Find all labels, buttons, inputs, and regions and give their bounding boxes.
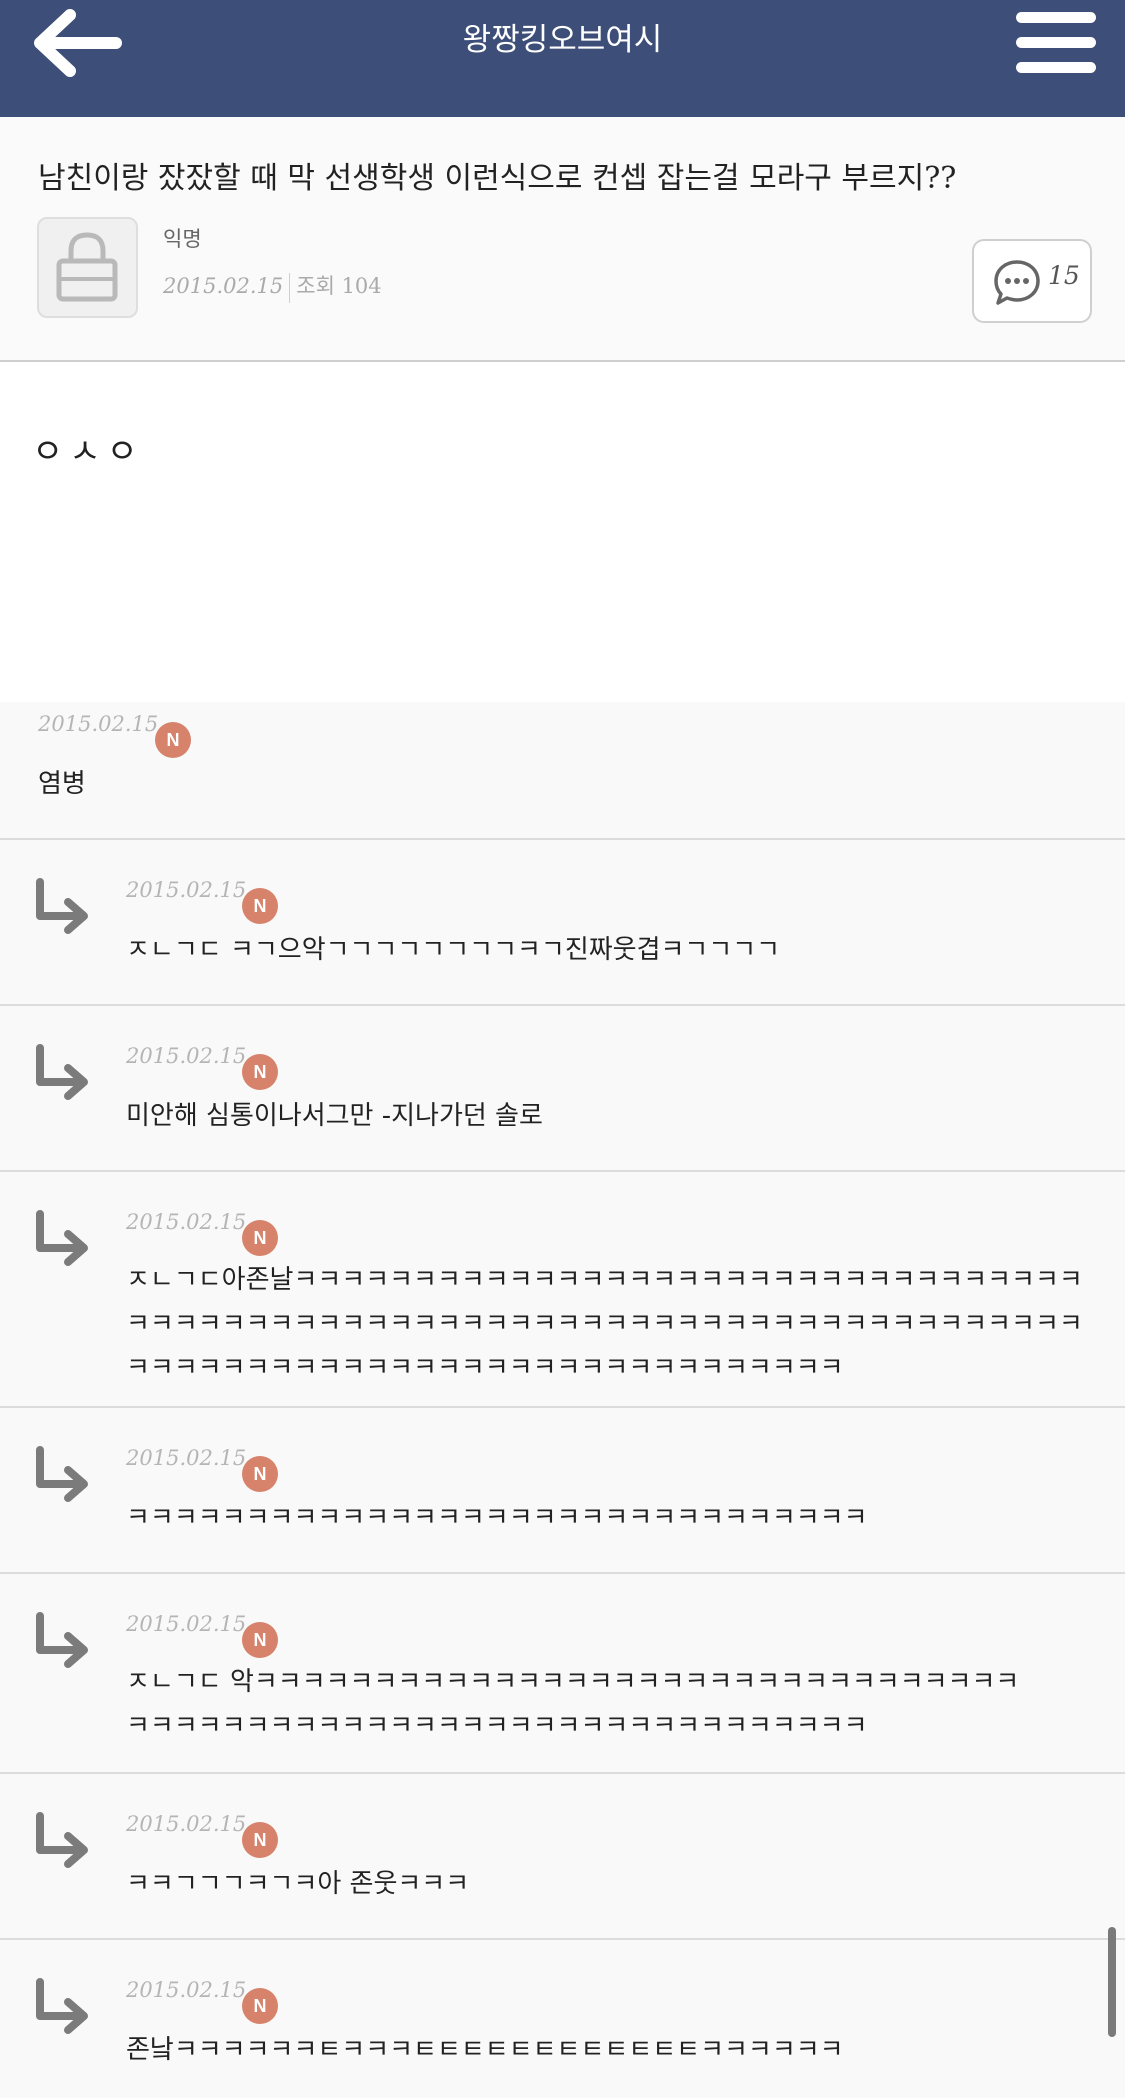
new-badge: N: [242, 888, 278, 924]
new-badge: N: [155, 722, 191, 758]
comment-item: 2015.02.15 N ㅈㄴㄱㄷ 악ㅋㅋㅋㅋㅋㅋㅋㅋㅋㅋㅋㅋㅋㅋㅋㅋㅋㅋㅋㅋㅋ…: [0, 1574, 1125, 1774]
comment-item: 2015.02.15 N ㅋㅋㄱㄱㄱㅋㄱㅋ아 존웃ㅋㅋㅋ: [0, 1774, 1125, 1940]
comment-text: ㅈㄴㄱㄷ아존날ㅋㅋㅋㅋㅋㅋㅋㅋㅋㅋㅋㅋㅋㅋㅋㅋㅋㅋㅋㅋㅋㅋㅋㅋㅋㅋㅋㅋㅋㅋㅋㅋㅋ…: [126, 1265, 1083, 1383]
reply-arrow-icon: [36, 1612, 88, 1668]
comment-count: 15: [1048, 261, 1080, 290]
post-date: 2015.02.15: [163, 274, 284, 298]
reply-arrow-icon: [36, 1044, 88, 1100]
comment-date: 2015.02.15: [126, 1978, 247, 2002]
scrollbar[interactable]: [1108, 1927, 1116, 2037]
comment-date: 2015.02.15: [126, 878, 247, 902]
post-title: 남친이랑 잤잤할 때 막 선생학생 이런식으로 컨셉 잡는걸 모라구 부르지??: [38, 161, 957, 196]
new-badge: N: [242, 1988, 278, 2024]
hamburger-menu-icon: [1016, 12, 1096, 73]
comment-item: 2015.02.15 N ㅋㅋㅋㅋㅋㅋㅋㅋㅋㅋㅋㅋㅋㅋㅋㅋㅋㅋㅋㅋㅋㅋㅋㅋㅋㅋㅋ…: [0, 1408, 1125, 1574]
author-name: 익명: [163, 227, 202, 251]
comment-item: 2015.02.15 N ㅈㄴㄱㄷ아존날ㅋㅋㅋㅋㅋㅋㅋㅋㅋㅋㅋㅋㅋㅋㅋㅋㅋㅋㅋㅋ…: [0, 1172, 1125, 1408]
comment-text: ㅋㅋㄱㄱㄱㅋㄱㅋ아 존웃ㅋㅋㅋ: [126, 1869, 470, 1899]
comment-text: 염병: [38, 769, 86, 799]
comment-item: 2015.02.15 N ㅈㄴㄱㄷ ㅋㄱ으악ㄱㄱㄱㄱㄱㄱㄱㄱㅋㄱ진짜웃겹ㅋㄱㄱㄱ…: [0, 840, 1125, 1006]
menu-button[interactable]: [1014, 8, 1098, 78]
reply-arrow-icon: [36, 1978, 88, 2034]
view-count: 조회 104: [296, 274, 382, 298]
reply-arrow-icon: [36, 1210, 88, 1266]
reply-arrow-icon: [36, 878, 88, 934]
comment-text: ㅋㅋㅋㅋㅋㅋㅋㅋㅋㅋㅋㅋㅋㅋㅋㅋㅋㅋㅋㅋㅋㅋㅋㅋㅋㅋㅋㅋㅋㅋㅋ: [126, 1503, 868, 1533]
new-badge: N: [242, 1622, 278, 1658]
reply-arrow-icon: [36, 1812, 88, 1868]
comment-item: 2015.02.15 N 미안해 심통이나서그만 -지나가던 솔로: [0, 1006, 1125, 1172]
comment-date: 2015.02.15: [126, 1812, 247, 1836]
top-bar: 왕짱킹오브여시: [0, 0, 1125, 117]
comment-count-button[interactable]: 15: [972, 239, 1092, 323]
comment-date: 2015.02.15: [126, 1612, 247, 1636]
lock-icon: [56, 232, 118, 302]
comment-date: 2015.02.15: [126, 1044, 247, 1068]
comment-date: 2015.02.15: [38, 712, 159, 736]
post-body: ㅇㅅㅇ: [0, 364, 1125, 702]
meta-divider: [289, 272, 291, 303]
reply-arrow-icon: [36, 1446, 88, 1502]
new-badge: N: [242, 1054, 278, 1090]
comment-item: 2015.02.15 N 존낰ㅋㅋㅋㅋㅋㅋㅌㅋㅋㅋㅌㅌㅌㅌㅌㅌㅌㅌㅌㅌㅌㅌㅋㅋㅋ…: [0, 1940, 1125, 2098]
post-header: 남친이랑 잤잤할 때 막 선생학생 이런식으로 컨셉 잡는걸 모라구 부르지??…: [0, 117, 1125, 362]
post-body-text: ㅇㅅㅇ: [32, 432, 144, 472]
comment-list: 2015.02.15 N 염병 2015.02.15 N ㅈㄴㄱㄷ ㅋㄱ으악ㄱㄱ…: [0, 702, 1125, 2098]
avatar: [37, 217, 138, 318]
comment-text: ㅈㄴㄱㄷ ㅋㄱ으악ㄱㄱㄱㄱㄱㄱㄱㄱㅋㄱ진짜웃겹ㅋㄱㄱㄱㄱ: [126, 935, 781, 965]
new-badge: N: [242, 1456, 278, 1492]
comment-date: 2015.02.15: [126, 1446, 247, 1470]
comment-text: 미안해 심통이나서그만 -지나가던 솔로: [126, 1101, 543, 1131]
speech-bubble-icon: [994, 260, 1040, 305]
comment-item: 2015.02.15 N 염병: [0, 702, 1125, 840]
comment-text: 존낰ㅋㅋㅋㅋㅋㅋㅌㅋㅋㅋㅌㅌㅌㅌㅌㅌㅌㅌㅌㅌㅌㅌㅋㅋㅋㅋㅋㅋ: [126, 2035, 844, 2065]
board-title: 왕짱킹오브여시: [462, 22, 663, 58]
comment-date: 2015.02.15: [126, 1210, 247, 1234]
new-badge: N: [242, 1822, 278, 1858]
comment-text: ㅈㄴㄱㄷ 악ㅋㅋㅋㅋㅋㅋㅋㅋㅋㅋㅋㅋㅋㅋㅋㅋㅋㅋㅋㅋㅋㅋㅋㅋㅋㅋㅋㅋㅋㅋㅋㅋㅋㅋ…: [126, 1667, 1020, 1741]
new-badge: N: [242, 1220, 278, 1256]
post-meta: 2015.02.15 조회 104: [163, 270, 382, 303]
